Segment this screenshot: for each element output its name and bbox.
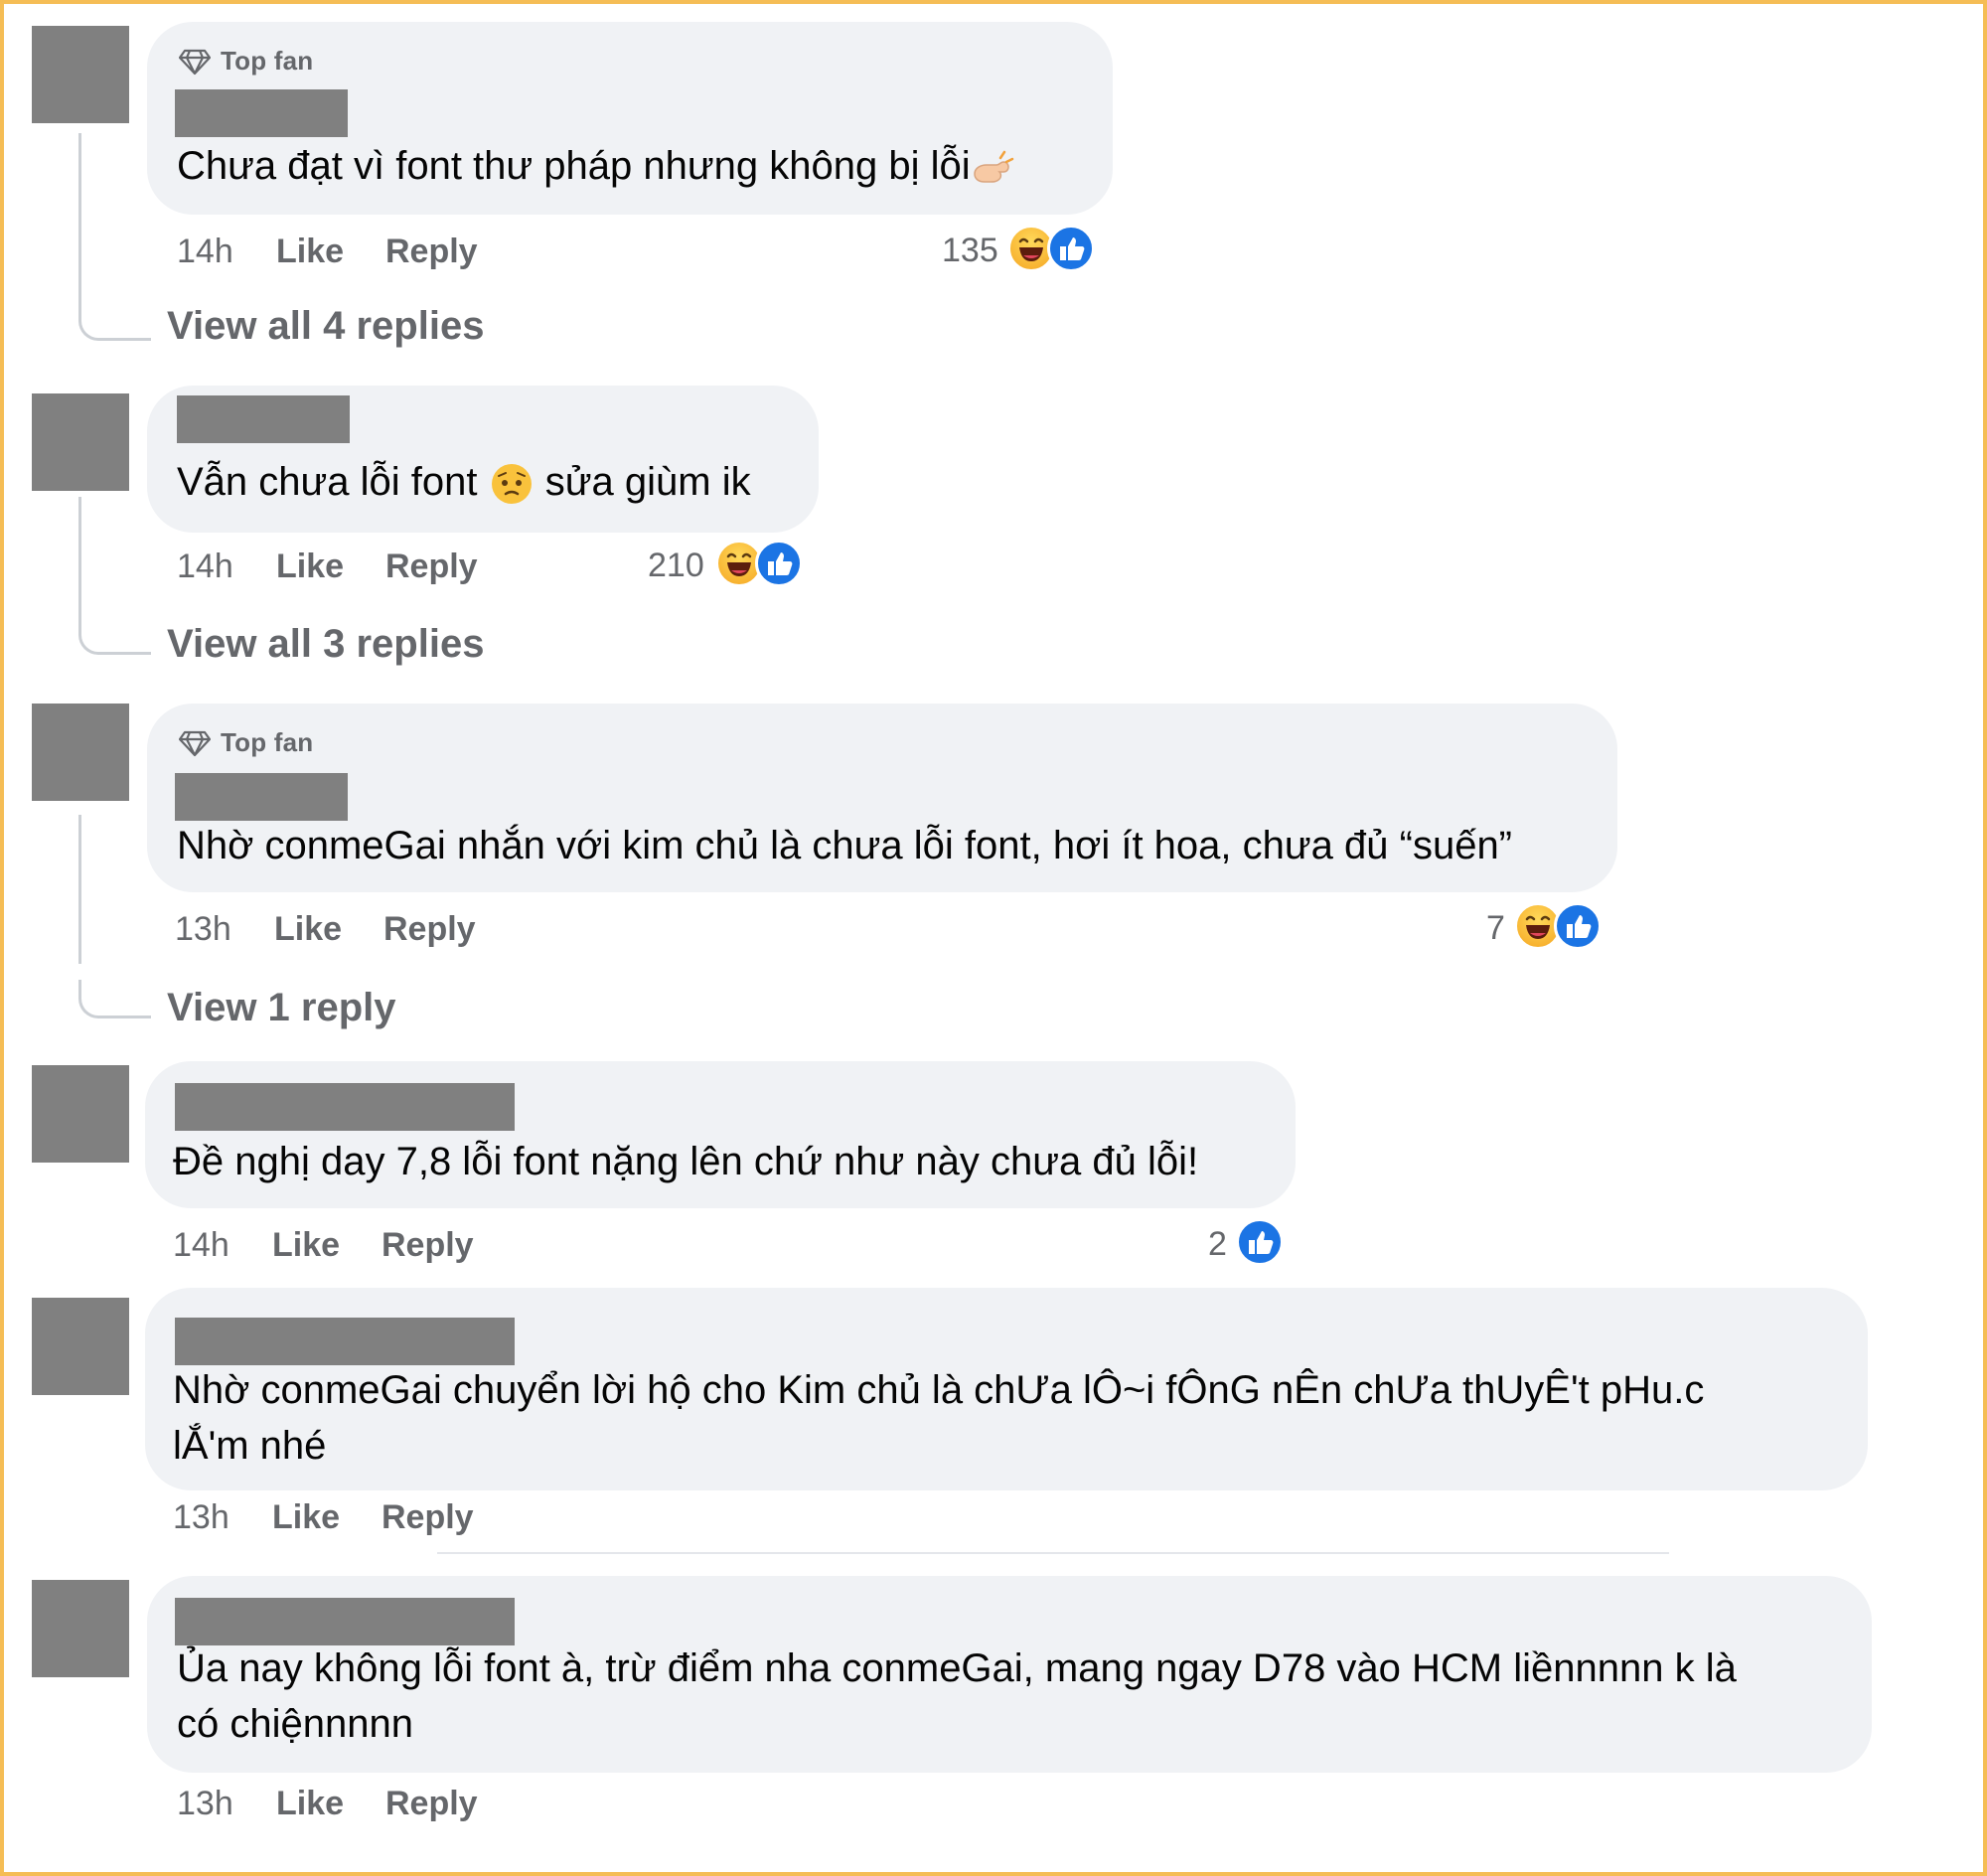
thread-connector xyxy=(78,616,151,655)
like-button[interactable]: Like xyxy=(272,1226,340,1265)
comment-bubble: Top fan Nhờ conmeGai nhắn với kim chủ là… xyxy=(147,704,1617,892)
comment-text-line-1: Nhờ conmeGai chuyển lời hộ cho Kim chủ l… xyxy=(173,1368,1705,1412)
comment-bubble: Top fan Chưa đạt vì font thư pháp nhưng … xyxy=(147,22,1113,215)
top-fan-badge: Top fan xyxy=(179,46,313,77)
like-reaction-icon xyxy=(1236,1218,1284,1266)
thread-line xyxy=(78,133,81,302)
comment-text: Vẫn chưa lỗi font sửa giùm ik xyxy=(177,453,751,511)
comment-time[interactable]: 13h xyxy=(173,1498,229,1537)
top-fan-label: Top fan xyxy=(221,727,314,757)
sad-face-emoji-icon xyxy=(491,464,532,505)
view-replies-link[interactable]: View all 4 replies xyxy=(167,304,484,349)
thread-connector xyxy=(78,980,151,1018)
comment-text: Nhờ conmeGai nhắn với kim chủ là chưa lỗ… xyxy=(177,824,1513,867)
thread-line xyxy=(78,815,81,964)
top-fan-badge: Top fan xyxy=(179,727,313,758)
comment-bubble: Ủa nay không lỗi font à, trừ điểm nha co… xyxy=(147,1576,1872,1773)
author-name-redacted[interactable] xyxy=(175,1318,515,1365)
avatar[interactable] xyxy=(32,393,129,491)
avatar[interactable] xyxy=(32,26,129,123)
comment-bubble: Nhờ conmeGai chuyển lời hộ cho Kim chủ l… xyxy=(145,1288,1868,1490)
comment-text: Đề nghị day 7,8 lỗi font nặng lên chứ nh… xyxy=(173,1140,1199,1183)
reply-button[interactable]: Reply xyxy=(382,1498,474,1537)
top-fan-label: Top fan xyxy=(221,46,314,76)
divider xyxy=(437,1552,1669,1554)
comment-text: Chưa đạt vì font thư pháp nhưng không bị… xyxy=(177,137,1016,195)
author-name-redacted[interactable] xyxy=(175,773,348,821)
author-name-redacted[interactable] xyxy=(175,1598,515,1645)
comment-bubble: Đề nghị day 7,8 lỗi font nặng lên chứ nh… xyxy=(145,1061,1296,1208)
author-name-redacted[interactable] xyxy=(175,1083,515,1131)
avatar[interactable] xyxy=(32,1298,129,1395)
pinching-hand-emoji-icon xyxy=(973,151,1013,184)
comment-time[interactable]: 13h xyxy=(175,910,231,949)
thread-line xyxy=(78,497,81,616)
like-button[interactable]: Like xyxy=(276,233,344,271)
comment-bubble: Vẫn chưa lỗi font sửa giùm ik xyxy=(147,386,819,533)
reaction-count[interactable]: 135 xyxy=(942,232,998,270)
comment-text-line-2: có chiệnnnnn xyxy=(177,1702,413,1746)
comment-text-line-2: lẮ'm nhé xyxy=(173,1424,327,1468)
avatar[interactable] xyxy=(32,1065,129,1163)
reply-button[interactable]: Reply xyxy=(382,1226,474,1265)
comment-time[interactable]: 14h xyxy=(177,547,233,586)
reply-button[interactable]: Reply xyxy=(385,233,478,271)
diamond-icon xyxy=(179,49,211,75)
avatar[interactable] xyxy=(32,1580,129,1677)
comment-text-line-1: Ủa nay không lỗi font à, trừ điểm nha co… xyxy=(177,1646,1737,1690)
like-reaction-icon xyxy=(1554,902,1602,950)
comment-time[interactable]: 13h xyxy=(177,1785,233,1823)
comment-time[interactable]: 14h xyxy=(173,1226,229,1265)
reaction-count[interactable]: 2 xyxy=(1208,1225,1227,1264)
comment-time[interactable]: 14h xyxy=(177,233,233,271)
reaction-count[interactable]: 210 xyxy=(648,547,704,585)
author-name-redacted[interactable] xyxy=(177,395,350,443)
like-button[interactable]: Like xyxy=(276,1785,344,1823)
reply-button[interactable]: Reply xyxy=(385,1785,478,1823)
reaction-icons[interactable] xyxy=(715,540,815,589)
reaction-count[interactable]: 7 xyxy=(1486,909,1505,948)
author-name-redacted[interactable] xyxy=(175,89,348,137)
thread-connector xyxy=(78,302,151,341)
like-button[interactable]: Like xyxy=(272,1498,340,1537)
like-button[interactable]: Like xyxy=(276,547,344,586)
view-replies-link[interactable]: View 1 reply xyxy=(167,986,396,1030)
like-button[interactable]: Like xyxy=(274,910,342,949)
reaction-icons[interactable] xyxy=(1007,225,1107,274)
avatar[interactable] xyxy=(32,704,129,801)
view-replies-link[interactable]: View all 3 replies xyxy=(167,622,484,667)
reaction-icons[interactable] xyxy=(1236,1218,1292,1268)
like-reaction-icon xyxy=(755,540,803,587)
diamond-icon xyxy=(179,730,211,756)
reply-button[interactable]: Reply xyxy=(383,910,476,949)
reply-button[interactable]: Reply xyxy=(385,547,478,586)
reaction-icons[interactable] xyxy=(1514,902,1613,952)
like-reaction-icon xyxy=(1047,225,1095,272)
